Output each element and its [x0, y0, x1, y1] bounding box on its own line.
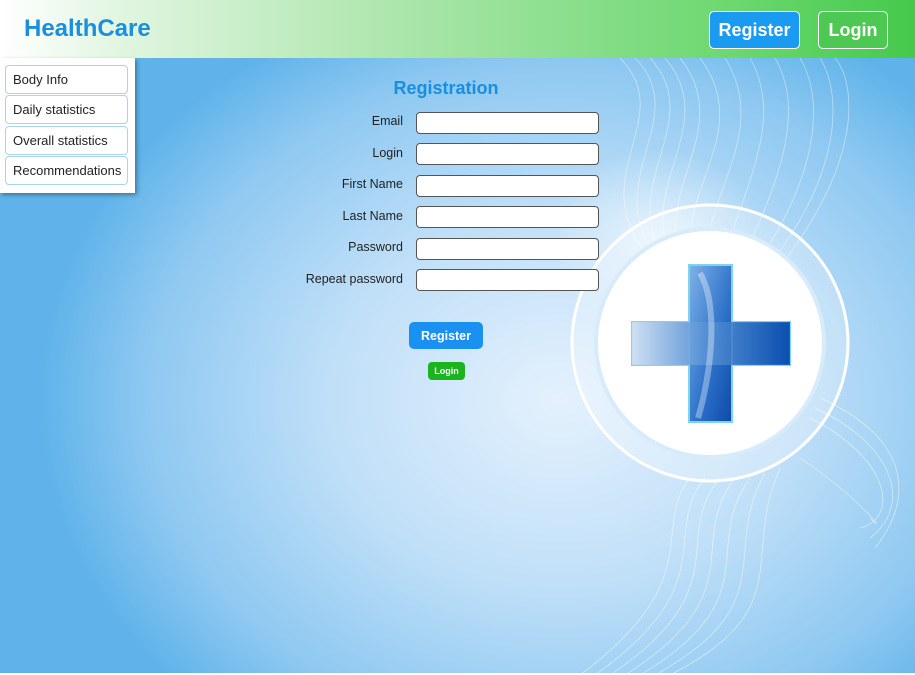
- sidebar-item-body-info[interactable]: Body Info: [5, 65, 128, 94]
- email-label: Email: [371, 114, 403, 128]
- login-button[interactable]: Login: [428, 362, 465, 380]
- login-label: Login: [372, 146, 403, 160]
- sidebar-item-daily-statistics[interactable]: Daily statistics: [5, 95, 128, 124]
- email-field[interactable]: [416, 112, 599, 134]
- password-field[interactable]: [416, 238, 599, 260]
- login-field[interactable]: [416, 143, 599, 165]
- sidebar-item-overall-statistics[interactable]: Overall statistics: [5, 126, 128, 155]
- sidebar: Body Info Daily statistics Overall stati…: [0, 58, 135, 193]
- first-name-field[interactable]: [416, 175, 599, 197]
- repeat-password-label: Repeat password: [305, 272, 403, 286]
- form-title: Registration: [393, 78, 499, 98]
- first-name-label: First Name: [341, 177, 403, 191]
- header-bar: HealthCare Register Login: [0, 0, 915, 58]
- header-register-button[interactable]: Register: [709, 11, 800, 49]
- header-login-button[interactable]: Login: [818, 11, 888, 49]
- sidebar-item-recommendations[interactable]: Recommendations: [5, 156, 128, 185]
- brand-logo[interactable]: HealthCare: [24, 15, 151, 43]
- medical-cross-decoration: [560, 58, 900, 675]
- last-name-label: Last Name: [342, 209, 403, 223]
- password-label: Password: [348, 240, 403, 254]
- repeat-password-field[interactable]: [416, 269, 599, 291]
- last-name-field[interactable]: [416, 206, 599, 228]
- register-button[interactable]: Register: [409, 322, 483, 349]
